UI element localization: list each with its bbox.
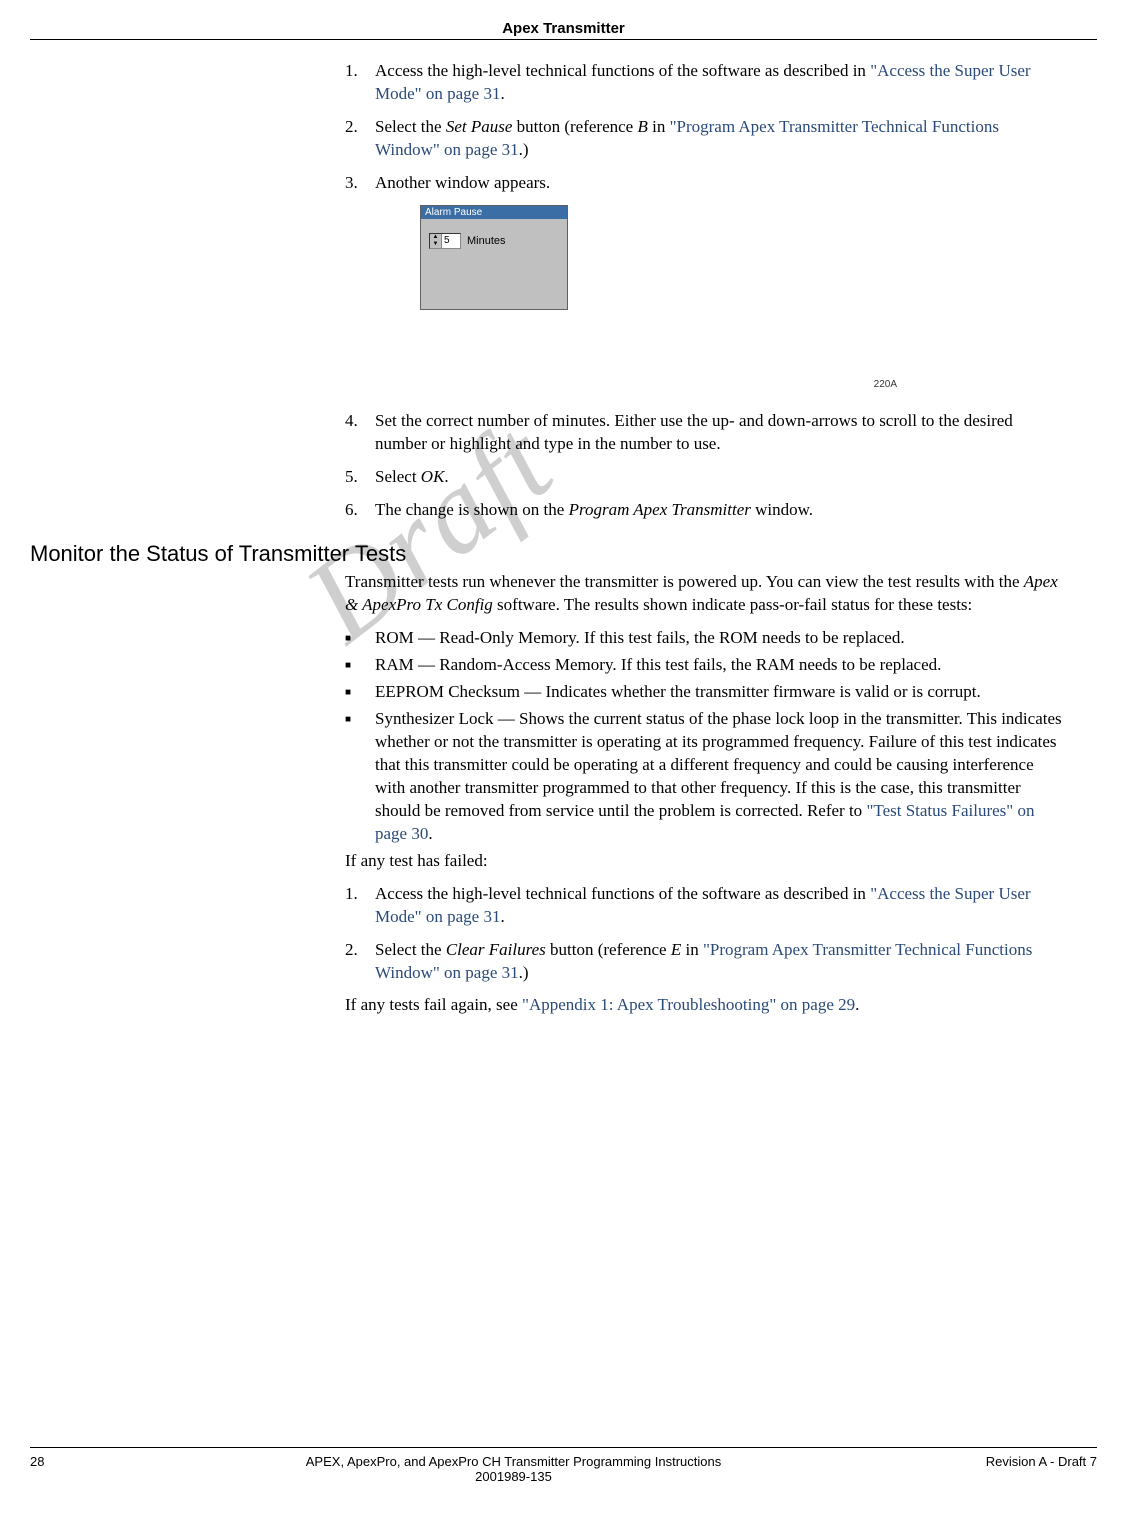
spinner-arrows[interactable]: ▲▼ [430, 234, 442, 248]
step-body: Access the high-level technical function… [375, 883, 1067, 929]
step-item: 2. Select the Set Pause button (referenc… [345, 116, 1067, 162]
step-item: 4. Set the correct number of minutes. Ei… [345, 410, 1067, 456]
step-number: 4. [345, 410, 375, 456]
page-number: 28 [30, 1454, 90, 1484]
step-number: 6. [345, 499, 375, 522]
dialog-title: Alarm Pause [421, 206, 567, 219]
list-item: ■RAM — Random-Access Memory. If this tes… [345, 654, 1067, 677]
step-number: 5. [345, 466, 375, 489]
square-bullet-icon: ■ [345, 681, 375, 704]
step-list-a: 1. Access the high-level technical funct… [345, 60, 1067, 195]
square-bullet-icon: ■ [345, 708, 375, 846]
square-bullet-icon: ■ [345, 654, 375, 677]
figure: Alarm Pause ▲▼ 5 Minutes 220A [385, 205, 1067, 400]
spinner-value[interactable]: 5 [442, 234, 460, 248]
down-arrow-icon[interactable]: ▼ [430, 241, 441, 248]
revision-label: Revision A - Draft 7 [937, 1454, 1097, 1484]
intro-paragraph: Transmitter tests run whenever the trans… [345, 571, 1067, 617]
list-item: ■ROM — Read-Only Memory. If this test fa… [345, 627, 1067, 650]
step-number: 1. [345, 883, 375, 929]
list-item: ■EEPROM Checksum — Indicates whether the… [345, 681, 1067, 704]
test-list: ■ROM — Read-Only Memory. If this test fa… [345, 627, 1067, 845]
failed-intro: If any test has failed: [345, 850, 1067, 873]
page-header-title: Apex Transmitter [0, 0, 1127, 39]
minutes-spinner[interactable]: ▲▼ 5 [429, 233, 461, 249]
step-number: 1. [345, 60, 375, 106]
step-item: 2. Select the Clear Failures button (ref… [345, 939, 1067, 985]
step-item: 1. Access the high-level technical funct… [345, 60, 1067, 106]
units-label: Minutes [467, 235, 506, 247]
alarm-pause-dialog: Alarm Pause ▲▼ 5 Minutes [420, 205, 568, 310]
final-paragraph: If any tests fail again, see "Appendix 1… [345, 994, 1067, 1017]
step-body: Select OK. [375, 466, 1067, 489]
step-body: Select the Set Pause button (reference B… [375, 116, 1067, 162]
figure-code: 220A [874, 379, 897, 390]
step-item: 3. Another window appears. [345, 172, 1067, 195]
step-body: The change is shown on the Program Apex … [375, 499, 1067, 522]
step-number: 2. [345, 116, 375, 162]
step-item: 5. Select OK. [345, 466, 1067, 489]
step-list-b: 4. Set the correct number of minutes. Ei… [345, 410, 1067, 522]
section-heading: Monitor the Status of Transmitter Tests [30, 541, 1127, 567]
page-footer: 28 APEX, ApexPro, and ApexPro CH Transmi… [30, 1447, 1097, 1484]
step-body: Another window appears. [375, 172, 1067, 195]
up-arrow-icon[interactable]: ▲ [430, 234, 441, 241]
step-list-c: 1. Access the high-level technical funct… [345, 883, 1067, 985]
list-item: ■ Synthesizer Lock — Shows the current s… [345, 708, 1067, 846]
step-item: 6. The change is shown on the Program Ap… [345, 499, 1067, 522]
footer-center: APEX, ApexPro, and ApexPro CH Transmitte… [90, 1454, 937, 1484]
step-number: 3. [345, 172, 375, 195]
cross-reference[interactable]: "Appendix 1: Apex Troubleshooting" on pa… [522, 995, 855, 1014]
step-number: 2. [345, 939, 375, 985]
step-item: 1. Access the high-level technical funct… [345, 883, 1067, 929]
square-bullet-icon: ■ [345, 627, 375, 650]
step-body: Set the correct number of minutes. Eithe… [375, 410, 1067, 456]
step-body: Access the high-level technical function… [375, 60, 1067, 106]
header-rule [30, 39, 1097, 40]
step-body: Select the Clear Failures button (refere… [375, 939, 1067, 985]
